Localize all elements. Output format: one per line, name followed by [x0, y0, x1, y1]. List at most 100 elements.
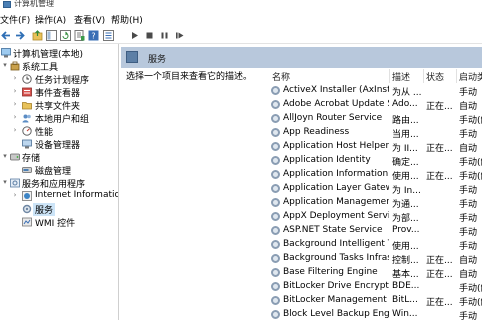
- service-gear-icon: [271, 114, 280, 123]
- table-row[interactable]: AllJoyn Router Service 路由... 手动(触: [269, 112, 482, 126]
- service-gear-icon: [271, 184, 280, 193]
- tree-label: 存储: [22, 154, 41, 164]
- tree-label: 性能: [35, 128, 54, 138]
- clock-icon: [22, 74, 32, 84]
- service-name: Background Tasks Infras...: [283, 253, 389, 263]
- column-header-startup-type[interactable]: 启动类: [459, 70, 482, 83]
- restart-service-icon[interactable]: [174, 30, 185, 41]
- service-description: 控制...: [392, 256, 419, 266]
- service-description: 为 II...: [392, 144, 418, 154]
- service-startup-type: 手动(触: [459, 298, 482, 308]
- menu-action[interactable]: 操作(A): [35, 13, 66, 26]
- service-gear-icon: [271, 156, 280, 165]
- table-row[interactable]: Application Management 为通... 手动: [269, 196, 482, 210]
- service-description: 当用...: [392, 130, 419, 140]
- table-row[interactable]: BitLocker Drive Encryptio...BDE... 手动(触: [269, 280, 482, 294]
- svg-text:?: ?: [91, 32, 95, 41]
- computer-icon: [1, 48, 11, 58]
- service-startup-type: 自动: [459, 256, 478, 266]
- service-name: Application Information: [283, 169, 389, 179]
- column-header-name[interactable]: 名称: [272, 70, 290, 83]
- table-row[interactable]: Adobe Acrobat Update S...Ado... 正在... 自动: [269, 98, 482, 112]
- service-name: Base Filtering Engine: [283, 267, 378, 277]
- service-startup-type: 手动(触: [459, 284, 482, 294]
- service-name: Adobe Acrobat Update S...: [283, 99, 389, 109]
- tree-label: WMI 控件: [35, 219, 76, 229]
- service-gear-icon: [271, 100, 280, 109]
- column-divider[interactable]: [389, 69, 390, 83]
- stop-service-icon[interactable]: [144, 30, 155, 41]
- expand-arrow-icon[interactable]: ›: [11, 126, 19, 134]
- service-startup-type: 自动: [459, 102, 478, 112]
- expand-arrow-icon[interactable]: ›: [11, 74, 19, 82]
- table-row[interactable]: AppX Deployment Servic...为部... 手动: [269, 210, 482, 224]
- column-divider[interactable]: [423, 69, 424, 83]
- service-name: Background Intelligent T...: [283, 239, 389, 249]
- collapse-arrow-icon[interactable]: ▾: [1, 61, 9, 69]
- menu-file[interactable]: 文件(F): [0, 13, 30, 26]
- service-startup-type: 自动: [459, 144, 478, 154]
- service-description: 为通...: [392, 200, 419, 210]
- service-name: AppX Deployment Servic...: [283, 211, 389, 221]
- export-list-icon[interactable]: [74, 30, 85, 41]
- service-startup-type: 自动: [459, 270, 478, 280]
- expand-arrow-icon[interactable]: ›: [11, 191, 19, 199]
- column-header-description[interactable]: 描述: [392, 70, 410, 83]
- table-row[interactable]: Application Layer Gatewa...为 In... 手动: [269, 182, 482, 196]
- services-list: ActiveX Installer (AxInstSV)为从 ... 手动 Ado…: [269, 84, 482, 320]
- service-gear-icon: [271, 226, 280, 235]
- table-row[interactable]: Application Host Helper ... 为 II... 正在... 自…: [269, 140, 482, 154]
- table-row[interactable]: ActiveX Installer (AxInstSV)为从 ... 手动: [269, 84, 482, 98]
- service-gear-icon: [271, 212, 280, 221]
- service-startup-type: 手动: [459, 242, 478, 252]
- service-gear-icon: [271, 128, 280, 137]
- panel-title: 服务: [148, 55, 167, 65]
- table-row[interactable]: Background Intelligent T...使用... 手动: [269, 238, 482, 252]
- pause-service-icon[interactable]: [159, 30, 170, 41]
- expand-arrow-icon[interactable]: ›: [11, 100, 19, 108]
- start-service-icon[interactable]: [129, 30, 140, 41]
- event-viewer-icon: [22, 87, 32, 97]
- service-gear-icon: [271, 254, 280, 263]
- tree-label: Internet Information S: [35, 190, 118, 200]
- table-row[interactable]: ASP.NET State Service Prov... 手动: [269, 224, 482, 238]
- service-startup-type: 手动(触: [459, 172, 482, 182]
- service-startup-type: 手动(触: [459, 116, 482, 126]
- service-status: 正在...: [426, 144, 453, 154]
- expand-arrow-icon[interactable]: ›: [11, 87, 19, 95]
- help-icon[interactable]: ?: [88, 30, 99, 41]
- service-gear-icon: [271, 282, 280, 291]
- service-description: Prov...: [392, 225, 420, 235]
- collapse-arrow-icon[interactable]: ▾: [1, 152, 9, 160]
- table-row[interactable]: BitLocker Management C...BitL... 正在... 手动(…: [269, 294, 482, 308]
- service-description: BitL...: [392, 295, 418, 305]
- collapse-arrow-icon[interactable]: ▾: [1, 178, 9, 186]
- service-gear-icon: [271, 240, 280, 249]
- tree-label: 服务和应用程序: [22, 180, 86, 190]
- show-hide-tree-icon[interactable]: [46, 30, 57, 41]
- forward-arrow-icon[interactable]: [14, 30, 25, 41]
- toolbar: ?: [0, 27, 482, 44]
- refresh-icon[interactable]: [60, 30, 71, 41]
- back-arrow-icon[interactable]: [1, 30, 12, 41]
- up-folder-icon[interactable]: [32, 30, 43, 41]
- table-row[interactable]: Application Information使用... 正在... 手动(触: [269, 168, 482, 182]
- service-name: AllJoyn Router Service: [283, 113, 383, 123]
- table-row[interactable]: Base Filtering Engine 基本... 正在... 自动: [269, 266, 482, 280]
- title-bar: 计算机管理: [0, 0, 482, 10]
- service-startup-type: 手动: [459, 200, 478, 210]
- service-startup-type: 手动(触: [459, 158, 482, 168]
- expand-arrow-icon[interactable]: ›: [11, 113, 19, 121]
- tree-label: 系统工具: [22, 63, 59, 73]
- service-startup-type: 手动: [459, 88, 478, 98]
- menu-help[interactable]: 帮助(H): [111, 13, 143, 26]
- properties-icon[interactable]: [103, 30, 114, 41]
- table-row[interactable]: Block Level Backup Engi...Win... 手动: [269, 308, 482, 320]
- service-description: 路由...: [392, 116, 419, 126]
- table-row[interactable]: Application Identity 确定... 手动(触: [269, 154, 482, 168]
- table-row[interactable]: App Readiness 当用... 手动: [269, 126, 482, 140]
- menu-view[interactable]: 查看(V): [74, 13, 105, 26]
- column-header-status[interactable]: 状态: [426, 70, 444, 83]
- column-divider[interactable]: [456, 69, 457, 83]
- table-row[interactable]: Background Tasks Infras... 控制... 正在... 自动: [269, 252, 482, 266]
